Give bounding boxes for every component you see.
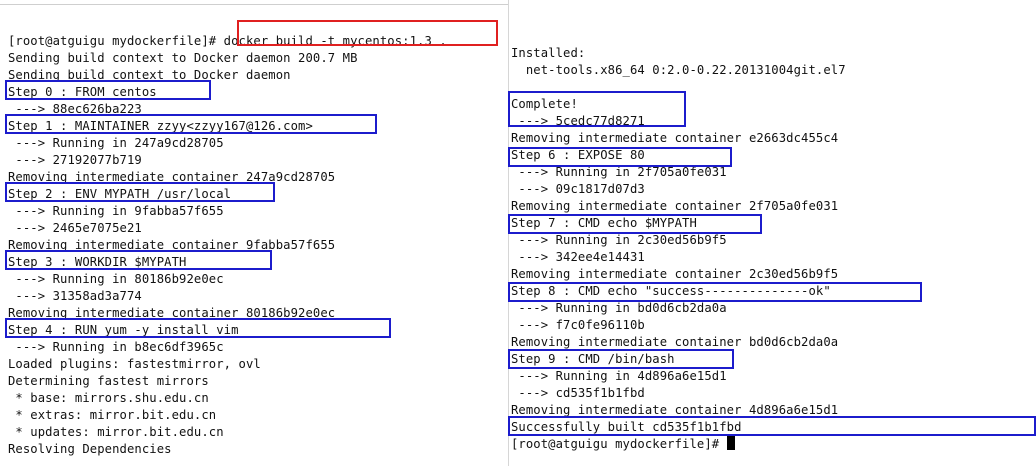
terminal-line: ---> Running in b8ec6df3965c xyxy=(8,340,224,354)
terminal-line: ---> Running in 247a9cd28705 xyxy=(8,136,224,150)
step-highlight-box xyxy=(5,114,377,134)
terminal-prompt: [root@atguigu mydockerfile]# xyxy=(511,437,727,451)
terminal-line: Removing intermediate container 2f705a0f… xyxy=(511,199,839,213)
complete-highlight-box xyxy=(508,91,686,127)
step-highlight-box xyxy=(5,318,391,338)
command-highlight-box xyxy=(237,20,498,46)
step-highlight-box xyxy=(5,182,275,202)
terminal-line: Removing intermediate container 2c30ed56… xyxy=(511,267,839,281)
terminal-line: ---> 09c1817d07d3 xyxy=(511,182,645,196)
terminal-line: ---> 2465e7075e21 xyxy=(8,221,142,235)
step-highlight-box xyxy=(5,80,211,100)
terminal-line: Resolving Dependencies xyxy=(8,442,172,456)
step-highlight-box xyxy=(508,147,732,167)
terminal-line: Determining fastest mirrors xyxy=(8,374,209,388)
terminal-cursor xyxy=(726,436,735,450)
terminal-line: ---> Running in 4d896a6e15d1 xyxy=(511,369,727,383)
terminal-line: ---> Running in 9fabba57f655 xyxy=(8,204,224,218)
terminal-line: ---> Running in 2c30ed56b9f5 xyxy=(511,233,727,247)
terminal-prompt-line[interactable]: [root@atguigu mydockerfile]# xyxy=(511,436,846,453)
terminal-line: ---> 27192077b719 xyxy=(8,153,142,167)
right-terminal-pane: Installed: net-tools.x86_64 0:2.0-0.22.2… xyxy=(508,0,1036,466)
terminal-line: * updates: mirror.bit.edu.cn xyxy=(8,425,224,439)
terminal-line: ---> 31358ad3a774 xyxy=(8,289,142,303)
terminal-line: ---> cd535f1b1fbd xyxy=(511,386,645,400)
terminal-line: Installed: xyxy=(511,46,586,60)
terminal-line: ---> Running in bd0d6cb2da0a xyxy=(511,301,727,315)
step-highlight-box xyxy=(508,282,922,302)
step-highlight-box xyxy=(508,349,734,369)
terminal-line: * base: mirrors.shu.edu.cn xyxy=(8,391,209,405)
terminal-line: net-tools.x86_64 0:2.0-0.22.20131004git.… xyxy=(511,63,846,77)
success-highlight-box xyxy=(508,416,1036,436)
step-highlight-box xyxy=(5,250,272,270)
terminal-line: * extras: mirror.bit.edu.cn xyxy=(8,408,217,422)
terminal-line: Sending build context to Docker daemon 2… xyxy=(8,51,358,65)
left-terminal-pane: [root@atguigu mydockerfile]# docker buil… xyxy=(0,0,508,466)
step-highlight-box xyxy=(508,214,762,234)
terminal-line: ---> f7c0fe96110b xyxy=(511,318,645,332)
terminal-line: Loaded plugins: fastestmirror, ovl xyxy=(8,357,261,371)
terminal-line: ---> 342ee4e14431 xyxy=(511,250,645,264)
terminal-line: Removing intermediate container e2663dc4… xyxy=(511,131,839,145)
terminal-line: ---> Running in 80186b92e0ec xyxy=(8,272,224,286)
